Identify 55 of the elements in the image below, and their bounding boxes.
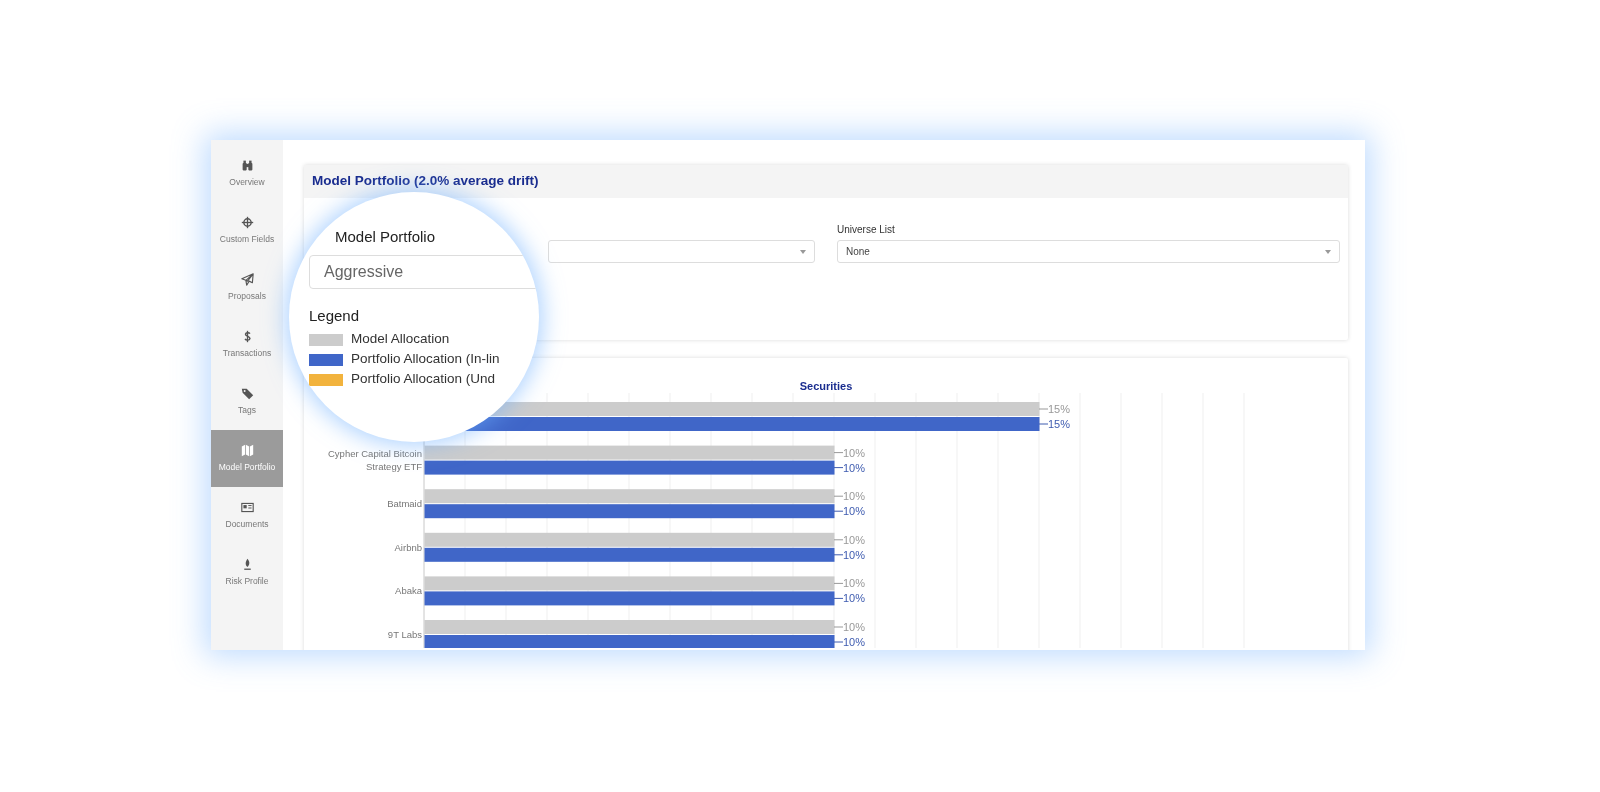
value-label: 10% <box>843 621 866 633</box>
binoculars-icon <box>240 158 254 172</box>
caret-icon <box>800 249 806 254</box>
leader-line <box>833 554 844 556</box>
universe-select[interactable]: None <box>837 240 1340 263</box>
leader-line <box>833 582 844 584</box>
card-title: Model Portfolio (2.0% average drift) <box>304 165 1348 198</box>
chart-title: Securities <box>799 380 853 392</box>
field-label: Model Portfolio <box>335 227 436 247</box>
value-label: 10% <box>843 548 866 561</box>
value-label: 10% <box>843 577 866 590</box>
leader-line <box>833 510 844 512</box>
category-label: Batmaid <box>387 498 422 510</box>
sidebar-item[interactable]: Proposals <box>211 259 283 316</box>
tag-icon <box>240 386 254 400</box>
field-label: Universe List <box>837 223 895 237</box>
leader-line <box>833 597 844 599</box>
legend-label: Portfolio Allocation (Und <box>351 370 496 389</box>
legend-label: Model Allocation <box>351 330 450 349</box>
value-label: 15% <box>1048 403 1071 415</box>
leader-line <box>833 452 844 454</box>
value-label: 10% <box>843 490 866 503</box>
plane-icon <box>240 272 254 286</box>
value-label: 10% <box>843 533 866 546</box>
sidebar-item[interactable]: Overview <box>211 145 283 202</box>
leader-line <box>833 641 844 643</box>
portfolio-select[interactable] <box>548 240 815 263</box>
sidebar-item[interactable]: Transactions <box>211 316 283 373</box>
value-label: 15% <box>1048 418 1071 430</box>
value-label: 10% <box>843 446 866 459</box>
leader-line <box>833 539 844 541</box>
leader-line <box>1038 423 1049 425</box>
value-label: 10% <box>843 636 866 648</box>
value-label: 10% <box>843 505 866 518</box>
leader-line <box>833 495 844 497</box>
category-label: Cypher Capital Bitcoin Strategy ETF <box>328 448 422 473</box>
caret-icon <box>1325 249 1331 254</box>
card-icon <box>240 500 254 514</box>
value-label: 10% <box>843 592 866 605</box>
sidebar-item[interactable]: Tags <box>211 373 283 430</box>
sidebar-item[interactable]: Documents <box>211 487 283 544</box>
value-label: 10% <box>843 461 866 474</box>
leader-line <box>1038 408 1049 410</box>
map-icon <box>240 443 254 457</box>
category-label: Abaka <box>395 585 422 597</box>
leader-line <box>833 626 844 628</box>
crosshair-icon <box>240 215 254 229</box>
sidebar-item[interactable]: Risk Profile <box>211 544 283 601</box>
legend-title: Legend <box>309 306 361 326</box>
sidebar-item[interactable]: Model Portfolio <box>211 430 283 487</box>
sidebar-item[interactable]: Custom Fields <box>211 202 283 259</box>
legend-label: Portfolio Allocation (In-lin <box>351 350 500 369</box>
category-label: 9T Labs <box>387 629 422 640</box>
category-label: Airbnb <box>394 541 422 553</box>
leader-line <box>833 467 844 469</box>
